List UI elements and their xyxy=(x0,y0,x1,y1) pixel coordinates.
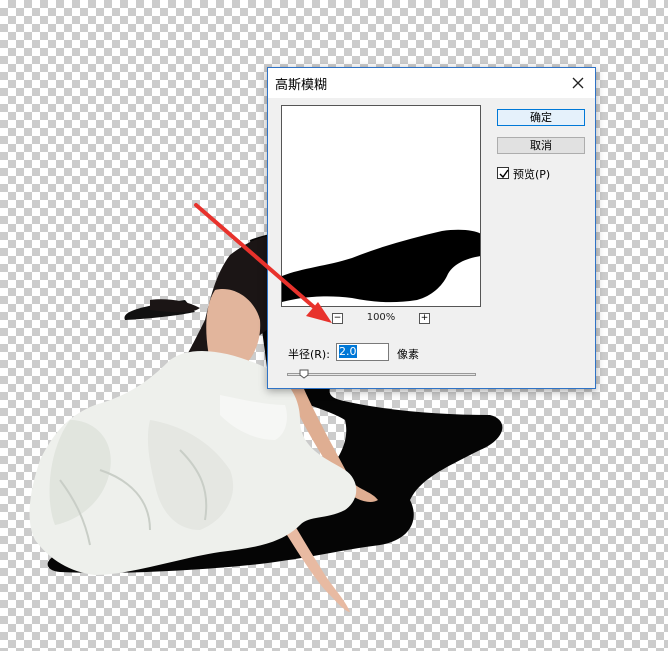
dialog-titlebar[interactable]: 高斯模糊 xyxy=(268,68,595,98)
zoom-controls: − 100% + xyxy=(281,312,481,326)
zoom-out-icon: − xyxy=(333,313,342,323)
radius-value: 2.0 xyxy=(339,345,357,358)
check-icon xyxy=(499,169,509,179)
radius-label: 半径(R): xyxy=(288,348,330,361)
radius-unit: 像素 xyxy=(397,348,419,361)
preview-label: 预览(P) xyxy=(513,168,551,181)
cancel-button[interactable]: 取消 xyxy=(497,137,585,154)
radius-input[interactable]: 2.0 xyxy=(336,343,389,361)
zoom-level: 100% xyxy=(366,312,396,323)
close-button[interactable] xyxy=(561,68,595,98)
dialog-title: 高斯模糊 xyxy=(275,78,328,93)
checkbox-box[interactable] xyxy=(497,167,509,179)
slider-thumb-icon[interactable] xyxy=(299,369,309,379)
close-icon xyxy=(572,77,584,89)
zoom-out-button[interactable]: − xyxy=(332,313,343,324)
blur-preview[interactable] xyxy=(281,105,481,307)
radius-slider-track[interactable] xyxy=(287,373,476,376)
ok-button[interactable]: 确定 xyxy=(497,109,585,126)
zoom-in-button[interactable]: + xyxy=(419,313,430,324)
gaussian-blur-dialog: 高斯模糊 − 100% + 确定 取消 预览(P) 半径(R): 2.0 像素 xyxy=(267,67,596,389)
preview-image xyxy=(282,229,480,303)
zoom-in-icon: + xyxy=(420,313,429,323)
